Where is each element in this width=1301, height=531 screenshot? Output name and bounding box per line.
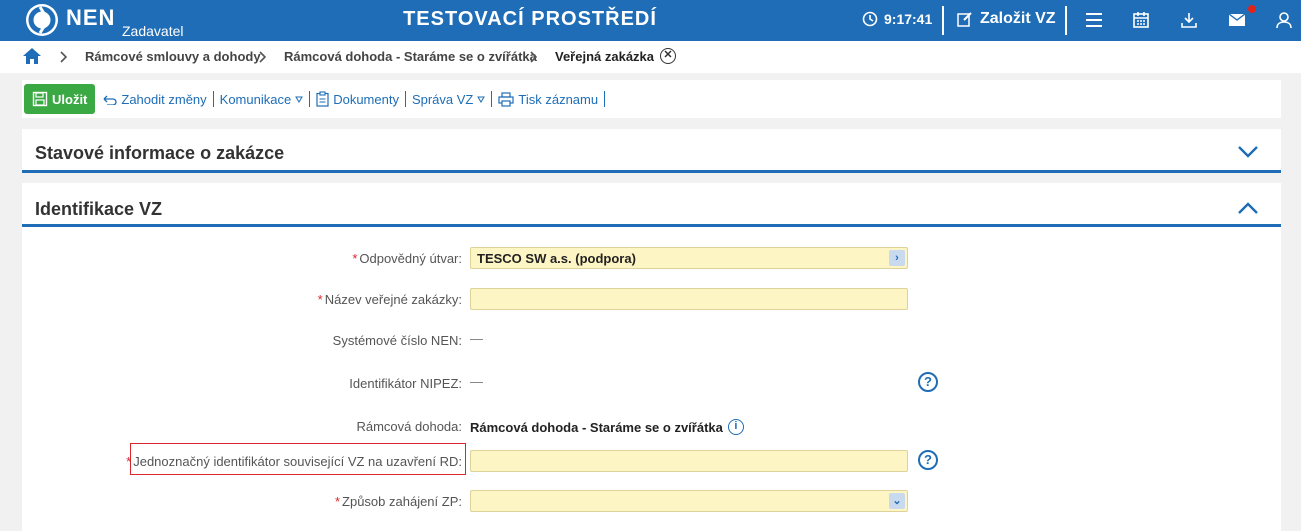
create-contract-label: Založit VZ — [980, 10, 1056, 27]
status-info-panel[interactable]: Stavové informace o zakázce — [22, 129, 1281, 173]
responsible-unit-value: TESCO SW a.s. (podpora) — [477, 251, 636, 266]
procedure-start-row: * Způsob zahájení ZP: ⌄ — [22, 490, 1281, 514]
contract-name-input[interactable] — [470, 288, 908, 310]
floppy-icon — [32, 91, 48, 107]
responsible-unit-row: * Odpovědný útvar: TESCO SW a.s. (podpora… — [22, 247, 1281, 271]
nipez-label: Identifikátor NIPEZ: — [349, 376, 462, 391]
nipez-row: Identifikátor NIPEZ: — ? — [22, 372, 1281, 396]
framework-value: Rámcová dohoda - Staráme se o zvířátka — [470, 419, 723, 435]
manage-contract-menu[interactable]: Správa VZ — [406, 92, 491, 107]
breadcrumb-item-framework[interactable]: Rámcová dohoda - Staráme se o zvířátka — [284, 49, 537, 64]
clock-icon — [862, 11, 878, 27]
unique-id-label: * Jednoznačný identifikátor související V… — [126, 454, 462, 469]
required-mark: * — [334, 494, 341, 509]
discard-changes-button[interactable]: Zahodit změny — [95, 92, 212, 107]
status-info-title: Stavové informace o zakázce — [35, 143, 285, 163]
responsible-unit-label-text: Odpovědný útvar: — [359, 251, 462, 266]
framework-value-wrap: Rámcová dohoda - Staráme se o zvířátka i — [470, 419, 744, 435]
communication-menu[interactable]: Komunikace — [214, 92, 310, 107]
contract-name-label-text: Název veřejné zakázky: — [324, 292, 462, 307]
download-icon[interactable] — [1179, 10, 1199, 30]
nen-logo[interactable] — [26, 4, 58, 36]
contract-name-label: * Název veřejné zakázky: — [318, 292, 462, 307]
identification-form: * Odpovědný útvar: TESCO SW a.s. (podpora… — [22, 227, 1281, 531]
breadcrumb-item-framework-agreements[interactable]: Rámcové smlouvy a dohody — [85, 49, 261, 64]
discard-changes-label: Zahodit změny — [121, 91, 207, 107]
print-record-label: Tisk záznamu — [518, 91, 599, 107]
chevron-right-icon — [259, 51, 267, 63]
identification-panel-header[interactable]: Identifikace VZ — [22, 183, 1281, 227]
nipez-value: — — [470, 374, 483, 389]
breadcrumb: Rámcové smlouvy a dohody Rámcová dohoda … — [0, 41, 1301, 73]
procedure-start-label: * Způsob zahájení ZP: — [335, 494, 462, 509]
print-record-button[interactable]: Tisk záznamu — [492, 92, 604, 107]
environment-title: TESTOVACÍ PROSTŘEDÍ — [403, 8, 657, 30]
menu-icon[interactable] — [1084, 10, 1104, 30]
chevron-right-icon[interactable]: › — [889, 250, 905, 266]
brand-name: NEN — [66, 5, 116, 30]
edit-icon — [957, 12, 972, 27]
unique-id-input[interactable] — [470, 450, 908, 472]
save-button[interactable]: Uložit — [24, 84, 96, 114]
divider — [1065, 6, 1067, 35]
chevron-down-icon[interactable]: ⌄ — [889, 493, 905, 509]
chevron-down-icon[interactable] — [1237, 145, 1259, 159]
chevron-right-icon — [60, 51, 68, 63]
chevron-up-icon[interactable] — [1237, 201, 1259, 215]
info-icon[interactable]: i — [727, 419, 744, 435]
help-icon[interactable]: ? — [918, 372, 938, 392]
responsible-unit-label: * Odpovědný útvar: — [352, 251, 462, 266]
required-mark: * — [317, 292, 323, 307]
close-icon[interactable]: ✕ — [660, 48, 676, 64]
required-mark: * — [126, 454, 132, 469]
documents-label: Dokumenty — [333, 91, 399, 107]
home-icon[interactable] — [22, 47, 42, 68]
divider — [942, 6, 944, 35]
clipboard-icon — [316, 91, 329, 107]
identification-title: Identifikace VZ — [35, 199, 163, 219]
required-mark: * — [352, 251, 358, 266]
documents-button[interactable]: Dokumenty — [310, 91, 405, 107]
undo-icon — [103, 95, 117, 105]
calendar-icon[interactable] — [1131, 10, 1151, 30]
user-icon[interactable] — [1274, 10, 1294, 30]
chevron-right-icon — [530, 51, 538, 63]
breadcrumb-item-current: Veřejná zakázka — [555, 49, 655, 64]
printer-icon — [498, 91, 514, 107]
manage-contract-label: Správa VZ — [411, 91, 474, 107]
create-contract-button[interactable]: Založit VZ — [956, 10, 1056, 28]
procedure-start-select[interactable]: ⌄ — [470, 490, 908, 512]
system-number-label: Systémové číslo NEN: — [332, 333, 462, 348]
save-label: Uložit — [52, 91, 88, 107]
notification-dot — [1248, 5, 1256, 13]
help-icon[interactable]: ? — [918, 450, 938, 470]
contract-name-row: * Název veřejné zakázky: — [22, 288, 1281, 312]
unique-id-row: * Jednoznačný identifikátor související V… — [22, 443, 1281, 475]
top-bar: NEN Zadavatel TESTOVACÍ PROSTŘEDÍ 9:17:4… — [0, 0, 1301, 41]
responsible-unit-field[interactable]: TESCO SW a.s. (podpora) › — [470, 247, 908, 269]
divider — [604, 91, 606, 107]
action-toolbar: Uložit Zahodit změny Komunikace Dokument… — [22, 80, 1281, 118]
unique-id-label-text: Jednoznačný identifikátor související VZ… — [133, 454, 462, 469]
communication-label: Komunikace — [219, 91, 292, 107]
dropdown-triangle-icon — [477, 96, 486, 103]
session-clock: 9:17:41 — [862, 11, 932, 27]
framework-row: Rámcová dohoda: Rámcová dohoda - Staráme… — [22, 415, 1281, 439]
brand-role: Zadavatel — [122, 23, 184, 39]
mail-icon[interactable] — [1227, 10, 1247, 30]
session-time: 9:17:41 — [884, 11, 933, 27]
framework-label: Rámcová dohoda: — [356, 419, 462, 434]
dropdown-triangle-icon — [295, 96, 304, 103]
system-number-row: Systémové číslo NEN: — — [22, 329, 1281, 353]
procedure-start-label-text: Způsob zahájení ZP: — [342, 494, 462, 509]
system-number-value: — — [470, 331, 483, 346]
